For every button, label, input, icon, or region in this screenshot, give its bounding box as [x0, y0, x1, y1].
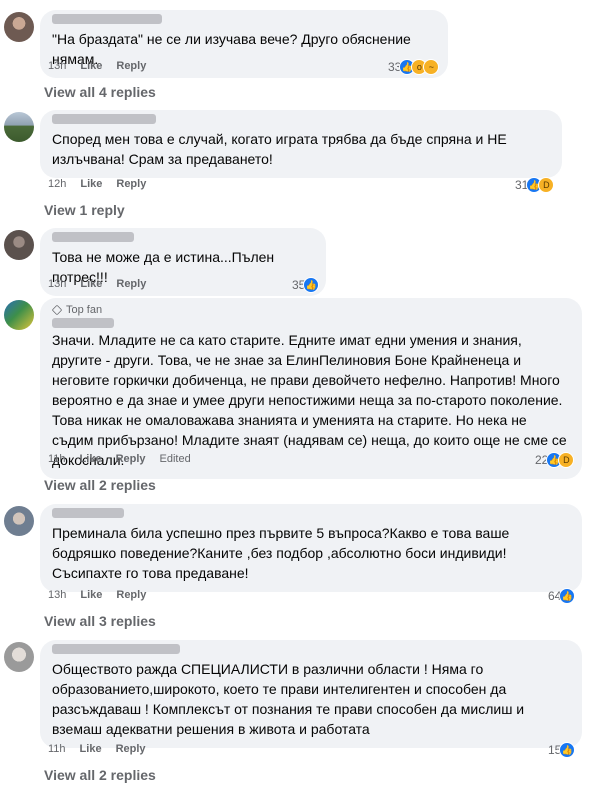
avatar[interactable] [4, 506, 34, 536]
comment-bubble: Обществото ражда СПЕЦИАЛИСТИ в различни … [40, 640, 582, 748]
view-replies-link[interactable]: View all 4 replies [44, 84, 156, 100]
timestamp[interactable]: 13h [48, 589, 66, 601]
avatar[interactable] [4, 12, 34, 42]
comment-text: Според мен това е случай, когато играта … [52, 131, 507, 167]
avatar[interactable] [4, 300, 34, 330]
reply-button[interactable]: Reply [116, 453, 146, 465]
like-button[interactable]: Like [80, 453, 102, 465]
timestamp[interactable]: 11h [48, 743, 66, 755]
like-icon: 👍 [303, 277, 320, 293]
reaction-summary[interactable]: 15 👍 [548, 741, 576, 759]
like-button[interactable]: Like [80, 589, 102, 601]
comment-text: Преминала била успешно през първите 5 въ… [52, 525, 510, 581]
timestamp[interactable]: 12h [48, 178, 66, 190]
avatar[interactable] [4, 112, 34, 142]
reaction-summary[interactable]: 33 👍 o ~ [388, 58, 440, 76]
author-name-redacted[interactable] [52, 232, 134, 242]
comment-actions: 13h Like Reply [48, 587, 146, 603]
author-name-redacted[interactable] [52, 14, 162, 24]
comment-actions: 13h Like Reply [48, 58, 146, 74]
comment-actions: 12h Like Reply [48, 176, 146, 192]
like-icon: 👍 [559, 588, 576, 604]
timestamp[interactable]: 11h [48, 453, 66, 465]
reply-button[interactable]: Reply [116, 60, 146, 72]
timestamp[interactable]: 13h [48, 60, 66, 72]
avatar[interactable] [4, 230, 34, 260]
timestamp[interactable]: 13h [48, 278, 66, 290]
sad-icon: ~ [423, 59, 440, 75]
top-fan-label: Top fan [66, 304, 103, 316]
author-name-redacted[interactable] [52, 644, 180, 654]
reaction-summary[interactable]: 22 👍 D [535, 451, 575, 469]
author-name-redacted[interactable] [52, 114, 156, 124]
avatar[interactable] [4, 642, 34, 672]
view-replies-link[interactable]: View 1 reply [44, 202, 125, 218]
haha-icon: D [538, 177, 555, 193]
view-replies-link[interactable]: View all 3 replies [44, 613, 156, 629]
comment-text: Значи. Младите не са като старите. Еднит… [52, 332, 567, 468]
view-replies-link[interactable]: View all 2 replies [44, 767, 156, 783]
reaction-summary[interactable]: 31 👍 D [515, 176, 555, 194]
view-replies-link[interactable]: View all 2 replies [44, 477, 156, 493]
like-button[interactable]: Like [80, 60, 102, 72]
comment-actions: 11h Like Reply Edited [48, 451, 191, 467]
comment-bubble: Преминала била успешно през първите 5 въ… [40, 504, 582, 592]
author-name-redacted[interactable] [52, 318, 114, 328]
reply-button[interactable]: Reply [116, 178, 146, 190]
comment-actions: 11h Like Reply [48, 741, 146, 757]
reply-button[interactable]: Reply [116, 589, 146, 601]
comment-text: Обществото ражда СПЕЦИАЛИСТИ в различни … [52, 661, 525, 737]
top-fan-badge: Top fan [51, 304, 570, 316]
diamond-icon [51, 304, 63, 316]
reply-button[interactable]: Reply [116, 278, 146, 290]
author-name-redacted[interactable] [52, 508, 124, 518]
like-button[interactable]: Like [80, 743, 102, 755]
edited-label: Edited [159, 453, 191, 465]
comment-bubble: Според мен това е случай, когато играта … [40, 110, 562, 178]
reaction-summary[interactable]: 64 👍 [548, 587, 576, 605]
reaction-summary[interactable]: 35 👍 [292, 276, 320, 294]
like-icon: 👍 [559, 742, 576, 758]
like-button[interactable]: Like [80, 178, 102, 190]
haha-icon: D [558, 452, 575, 468]
reply-button[interactable]: Reply [116, 743, 146, 755]
like-button[interactable]: Like [80, 278, 102, 290]
comment-actions: 13h Like Reply [48, 276, 146, 292]
